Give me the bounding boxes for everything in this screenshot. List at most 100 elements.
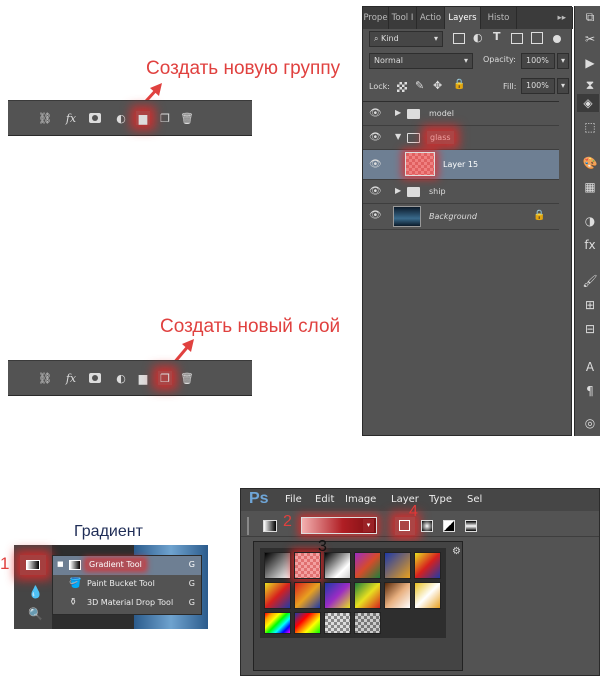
channels-icon[interactable]: ⬚ bbox=[581, 118, 599, 136]
adjustments-icon[interactable]: ◑ bbox=[581, 212, 599, 230]
gradient-swatch[interactable] bbox=[354, 612, 381, 634]
eye-icon[interactable]: 👁 bbox=[369, 186, 383, 198]
filter-shape-icon[interactable] bbox=[511, 33, 523, 44]
flyout-item-paint-bucket[interactable]: 🪣 Paint Bucket Tool G bbox=[53, 575, 201, 594]
gradient-swatch[interactable] bbox=[324, 552, 351, 579]
lock-brush-icon[interactable]: ✎ bbox=[415, 79, 424, 92]
tab-actions[interactable]: Actio bbox=[417, 7, 445, 29]
fx-icon[interactable]: fx bbox=[64, 111, 78, 125]
gradient-swatch[interactable] bbox=[294, 612, 321, 634]
gradient-swatch[interactable] bbox=[414, 582, 441, 609]
paragraph-icon[interactable]: ¶ bbox=[581, 382, 599, 400]
filter-toggle[interactable] bbox=[553, 35, 561, 43]
adjustment-icon[interactable]: ◐ bbox=[114, 371, 128, 385]
tab-layers[interactable]: Layers bbox=[445, 7, 481, 29]
dodge-icon[interactable]: 🔍 bbox=[28, 607, 43, 621]
menu-file[interactable]: File bbox=[285, 494, 302, 505]
filter-pixel-icon[interactable] bbox=[453, 33, 465, 44]
styles-icon[interactable]: fx bbox=[581, 236, 599, 254]
eye-icon[interactable]: 👁 bbox=[369, 210, 383, 222]
linear-gradient-button[interactable] bbox=[395, 517, 415, 535]
eye-icon[interactable]: 👁 bbox=[369, 108, 383, 120]
opacity-dropdown-icon[interactable]: ▾ bbox=[557, 53, 569, 69]
gradient-swatch[interactable] bbox=[384, 582, 411, 609]
new-group-icon[interactable]: ▆ bbox=[136, 371, 150, 385]
link-icon[interactable]: ⛓ bbox=[38, 371, 52, 385]
menu-edit[interactable]: Edit bbox=[315, 494, 334, 505]
eye-icon[interactable]: 👁 bbox=[369, 132, 383, 144]
gradient-swatch[interactable] bbox=[354, 582, 381, 609]
menu-type[interactable]: Type bbox=[429, 494, 452, 505]
opacity-label: Opacity: bbox=[483, 55, 516, 64]
flyout-item-gradient[interactable]: ■ Gradient Tool G bbox=[53, 556, 201, 575]
mask-icon[interactable] bbox=[88, 371, 102, 385]
mask-icon[interactable] bbox=[88, 111, 102, 125]
tools-icon[interactable]: ✂ bbox=[581, 30, 599, 48]
gradient-picker[interactable]: ▾ bbox=[301, 517, 377, 534]
trash-icon[interactable]: 🗑 bbox=[180, 111, 194, 125]
panel-menu-icon[interactable]: ▸▸ bbox=[517, 7, 573, 29]
layers-icon[interactable]: ◈ bbox=[577, 94, 599, 112]
gradient-tool-button[interactable] bbox=[20, 555, 46, 575]
expand-arrow-icon[interactable]: ▼ bbox=[395, 132, 401, 141]
fill-dropdown-icon[interactable]: ▾ bbox=[557, 78, 569, 94]
info-icon[interactable]: ⧉ bbox=[581, 8, 599, 26]
brush-icon[interactable]: 🖌 bbox=[581, 272, 599, 290]
character-icon[interactable]: A bbox=[581, 358, 599, 376]
lock-move-icon[interactable]: ✥ bbox=[433, 79, 442, 92]
filter-smart-icon[interactable] bbox=[531, 32, 543, 44]
new-group-icon[interactable]: ▆ bbox=[136, 111, 150, 125]
gradient-swatch[interactable] bbox=[354, 552, 381, 579]
expand-arrow-icon[interactable]: ▶ bbox=[395, 108, 401, 117]
gradient-swatch[interactable] bbox=[264, 582, 291, 609]
tab-history[interactable]: Histo bbox=[481, 7, 517, 29]
angle-gradient-icon[interactable] bbox=[443, 520, 455, 532]
3d-icon[interactable]: ◎ bbox=[581, 414, 599, 432]
play-icon[interactable]: ▶ bbox=[581, 54, 599, 72]
gradient-swatch[interactable] bbox=[264, 612, 291, 634]
new-layer-icon[interactable]: ❐ bbox=[158, 111, 172, 125]
blur-icon[interactable]: 💧 bbox=[28, 585, 43, 599]
gradient-swatch[interactable] bbox=[324, 612, 351, 634]
lock-transparency-icon[interactable] bbox=[397, 82, 407, 92]
fx-icon[interactable]: fx bbox=[64, 371, 78, 385]
eye-icon[interactable]: 👁 bbox=[369, 159, 383, 171]
swatches-icon[interactable]: ▦ bbox=[581, 178, 599, 196]
layer-row-layer-15[interactable]: 👁 Layer 15 bbox=[363, 150, 559, 180]
reflected-gradient-icon[interactable] bbox=[465, 520, 477, 532]
lock-all-icon[interactable]: 🔒 bbox=[453, 79, 465, 90]
tab-tool-presets[interactable]: Tool I bbox=[389, 7, 417, 29]
tab-properties[interactable]: Prope bbox=[363, 7, 389, 29]
gradient-swatch[interactable] bbox=[384, 552, 411, 579]
adjustment-icon[interactable]: ◐ bbox=[114, 111, 128, 125]
layer-row-model[interactable]: 👁 ▶ model bbox=[363, 102, 559, 126]
link-icon[interactable]: ⛓ bbox=[38, 111, 52, 125]
layer-row-glass[interactable]: 👁 ▼ glass bbox=[363, 126, 559, 150]
kind-filter-select[interactable]: ⌕ Kind ▾ bbox=[369, 31, 443, 47]
gradient-swatch[interactable] bbox=[264, 552, 291, 579]
menu-image[interactable]: Image bbox=[345, 494, 376, 505]
gradient-swatch[interactable] bbox=[324, 582, 351, 609]
menu-select[interactable]: Sel bbox=[467, 494, 482, 505]
flyout-item-3d-material-drop[interactable]: ⚱ 3D Material Drop Tool G bbox=[53, 594, 201, 613]
gradient-swatch[interactable] bbox=[294, 552, 321, 579]
color-palette-icon[interactable]: 🎨 bbox=[581, 154, 599, 172]
gradient-swatch[interactable] bbox=[294, 582, 321, 609]
layer-row-ship[interactable]: 👁 ▶ ship bbox=[363, 180, 559, 204]
clone-source-icon[interactable]: ⊞ bbox=[581, 296, 599, 314]
layer-row-background[interactable]: 👁 Background 🔒 bbox=[363, 204, 559, 230]
trash-icon[interactable]: 🗑 bbox=[180, 371, 194, 385]
new-layer-icon[interactable]: ❐ bbox=[158, 371, 172, 385]
brush-presets-icon[interactable]: ⊟ bbox=[581, 320, 599, 338]
gear-icon[interactable]: ⚙ bbox=[452, 546, 461, 557]
filter-adjustment-icon[interactable]: ◐ bbox=[473, 31, 483, 44]
history-icon[interactable]: ⧗ bbox=[581, 76, 599, 94]
blend-mode-select[interactable]: Normal ▾ bbox=[369, 53, 473, 69]
opacity-input[interactable]: 100% bbox=[521, 53, 555, 69]
expand-arrow-icon[interactable]: ▶ bbox=[395, 186, 401, 195]
radial-gradient-icon[interactable] bbox=[421, 520, 433, 532]
fill-input[interactable]: 100% bbox=[521, 78, 555, 94]
filter-type-icon[interactable]: T bbox=[493, 30, 501, 43]
tool-preset-icon[interactable] bbox=[263, 520, 277, 532]
gradient-swatch[interactable] bbox=[414, 552, 441, 579]
